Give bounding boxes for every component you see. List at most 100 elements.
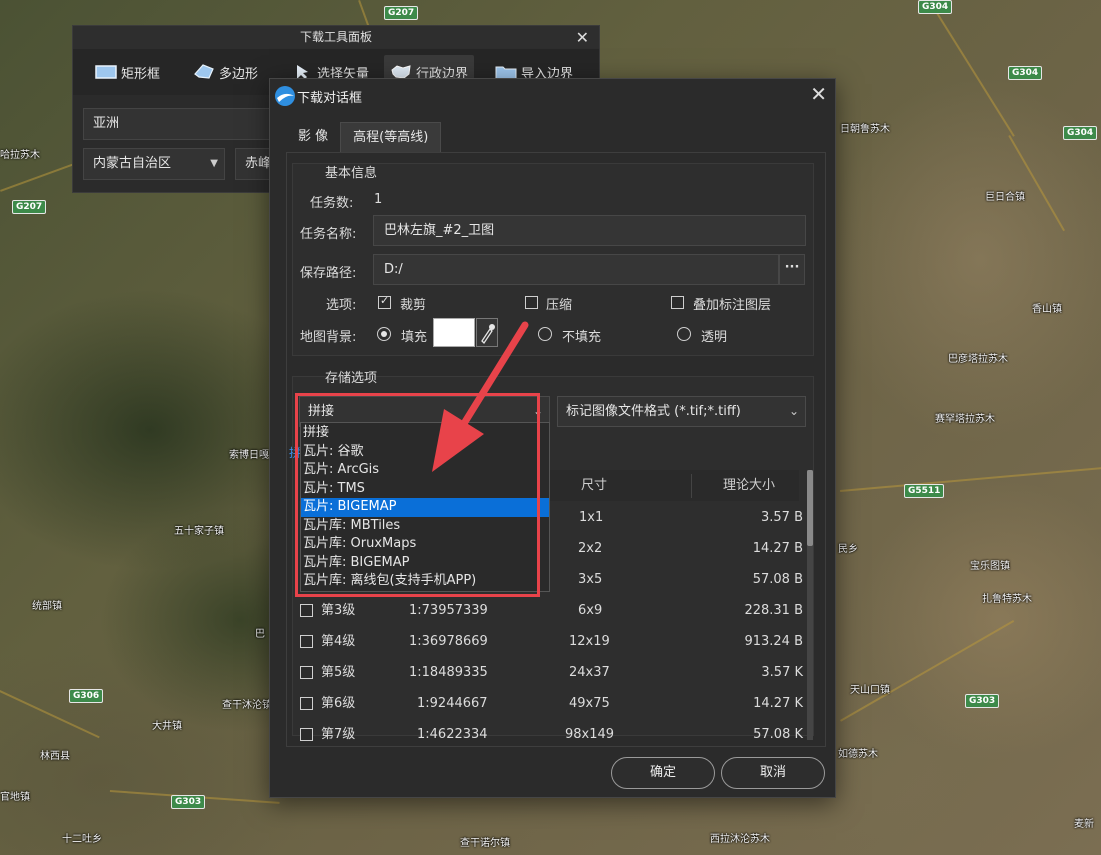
- size-cell: 24x37: [569, 665, 610, 680]
- level-cell: 第4级: [321, 634, 356, 649]
- basic-info-title: 基本信息: [325, 166, 378, 181]
- level-checkbox[interactable]: [300, 635, 313, 648]
- estimated-size-cell: 228.31 B: [744, 603, 803, 618]
- scale-cell: 1:18489335: [409, 665, 488, 680]
- map-bg-label: 地图背景:: [300, 330, 357, 345]
- level-cell: 第6级: [321, 696, 356, 711]
- crop-checkbox[interactable]: [378, 294, 391, 309]
- table-scrollbar[interactable]: [807, 470, 813, 740]
- task-name-label: 任务名称:: [300, 227, 357, 242]
- highway-shield: G303: [171, 795, 206, 809]
- chevron-down-icon: ▼: [210, 158, 218, 169]
- highway-shield: G304: [1063, 126, 1098, 140]
- file-format-select[interactable]: 标记图像文件格式 (*.tif;*.tiff) ⌄: [557, 396, 806, 427]
- map-place-label: 官地镇: [0, 792, 30, 803]
- compress-checkbox[interactable]: [525, 296, 538, 309]
- map-place-label: 巨日合镇: [985, 192, 1025, 203]
- close-icon[interactable]: ✕: [576, 26, 589, 49]
- table-row[interactable]: 第5级 1:18489335 24x37 3.57 K: [287, 657, 803, 688]
- table-row[interactable]: 第3级 1:73957339 6x9 228.31 B: [287, 595, 803, 626]
- dialog-title: 下载对话框: [297, 91, 363, 106]
- size-cell: 98x149: [565, 727, 615, 742]
- map-place-label: 巴彦塔拉苏木: [948, 354, 1008, 365]
- table-row[interactable]: 第6级 1:9244667 49x75 14.27 K: [287, 688, 803, 719]
- road-line: [928, 0, 1015, 137]
- estimated-size-cell: 14.27 K: [753, 696, 803, 711]
- size-cell: 2x2: [578, 541, 603, 556]
- highway-shield: G304: [918, 0, 953, 14]
- polygon-tool-button[interactable]: 多边形: [187, 55, 264, 89]
- fill-radio[interactable]: [377, 327, 391, 341]
- map-place-label: 民乡: [838, 544, 858, 555]
- overlay-labels-checkbox[interactable]: [671, 296, 684, 309]
- transparent-radio[interactable]: [677, 327, 691, 341]
- close-icon[interactable]: ✕: [810, 82, 827, 106]
- map-place-label: 扎鲁特苏木: [982, 594, 1032, 605]
- tab-elevation[interactable]: 高程(等高线): [340, 122, 442, 152]
- province-select[interactable]: 内蒙古自治区 ▼: [83, 148, 225, 180]
- fill-color-swatch[interactable]: [433, 318, 475, 347]
- level-checkbox[interactable]: [300, 697, 313, 710]
- eyedropper-button[interactable]: [476, 318, 498, 347]
- cancel-button[interactable]: 取消: [721, 757, 825, 789]
- no-fill-radio[interactable]: [538, 327, 552, 341]
- crop-label: 裁剪: [400, 298, 427, 313]
- map-place-label: 天山口镇: [850, 685, 890, 696]
- map-place-label: 西拉沐沦苏木: [710, 834, 770, 845]
- province-select-value: 内蒙古自治区: [93, 156, 172, 171]
- fill-label: 填充: [401, 330, 428, 345]
- map-place-label: 巴: [255, 629, 265, 640]
- level-checkbox[interactable]: [300, 728, 313, 741]
- tool-panel-title: 下载工具面板: [299, 30, 372, 44]
- scale-cell: 1:4622334: [417, 727, 488, 742]
- highway-shield: G303: [965, 694, 1000, 708]
- task-count-value: 1: [374, 192, 383, 207]
- map-place-label: 哈拉苏木: [0, 150, 40, 161]
- scale-cell: 1:9244667: [417, 696, 488, 711]
- scale-cell: 1:36978669: [409, 634, 488, 649]
- highway-shield: G5511: [904, 484, 945, 498]
- save-path-input[interactable]: D:/: [373, 254, 779, 285]
- size-cell: 49x75: [569, 696, 610, 711]
- tool-panel-titlebar[interactable]: 下载工具面板 ✕: [73, 26, 599, 49]
- level-cell: 第3级: [321, 603, 356, 618]
- file-format-value: 标记图像文件格式 (*.tif;*.tiff): [566, 404, 741, 419]
- estimated-size-column-header[interactable]: 理论大小: [694, 470, 804, 501]
- map-place-label: 查干诺尔镇: [460, 838, 510, 849]
- estimated-size-cell: 3.57 B: [761, 510, 803, 525]
- table-row[interactable]: 第7级 1:4622334 98x149 57.08 K: [287, 719, 803, 746]
- highway-shield: G207: [384, 6, 419, 20]
- size-column-header[interactable]: 尺寸: [549, 470, 639, 501]
- browse-button[interactable]: ···: [779, 254, 805, 285]
- task-name-input[interactable]: 巴林左旗_#2_卫图: [373, 215, 806, 246]
- rectangle-icon: [95, 64, 117, 80]
- dialog-titlebar[interactable]: 下载对话框 ✕: [270, 79, 835, 113]
- level-cell: 第5级: [321, 665, 356, 680]
- annotation-highlight-box: [295, 393, 540, 597]
- map-place-label: 大井镇: [152, 721, 182, 732]
- estimated-size-cell: 57.08 B: [752, 572, 803, 587]
- task-count-label: 任务数:: [310, 196, 354, 211]
- scale-cell: 1:73957339: [409, 603, 488, 618]
- storage-options-title: 存储选项: [325, 371, 378, 386]
- scrollbar-thumb[interactable]: [807, 470, 813, 546]
- road-line: [1008, 135, 1065, 232]
- rectangle-tool-button[interactable]: 矩形框: [89, 55, 166, 89]
- map-place-label: 麦新: [1074, 819, 1094, 830]
- column-divider: [691, 474, 692, 498]
- estimated-size-cell: 14.27 B: [752, 541, 803, 556]
- map-place-label: 香山镇: [1032, 304, 1062, 315]
- level-checkbox[interactable]: [300, 666, 313, 679]
- dialog-tabs: 影 像 高程(等高线): [286, 122, 442, 152]
- table-row[interactable]: 第4级 1:36978669 12x19 913.24 B: [287, 626, 803, 657]
- estimated-size-cell: 57.08 K: [753, 727, 803, 742]
- level-checkbox[interactable]: [300, 604, 313, 617]
- map-place-label: 索博日嘎: [229, 450, 269, 461]
- map-place-label: 统部镇: [32, 601, 62, 612]
- map-place-label: 日朝鲁苏木: [840, 124, 890, 135]
- map-place-label: 五十家子镇: [174, 526, 224, 537]
- region-input[interactable]: 亚洲: [83, 108, 273, 140]
- tab-imagery[interactable]: 影 像: [286, 122, 341, 152]
- ok-button[interactable]: 确定: [611, 757, 715, 789]
- compress-label: 压缩: [546, 298, 573, 313]
